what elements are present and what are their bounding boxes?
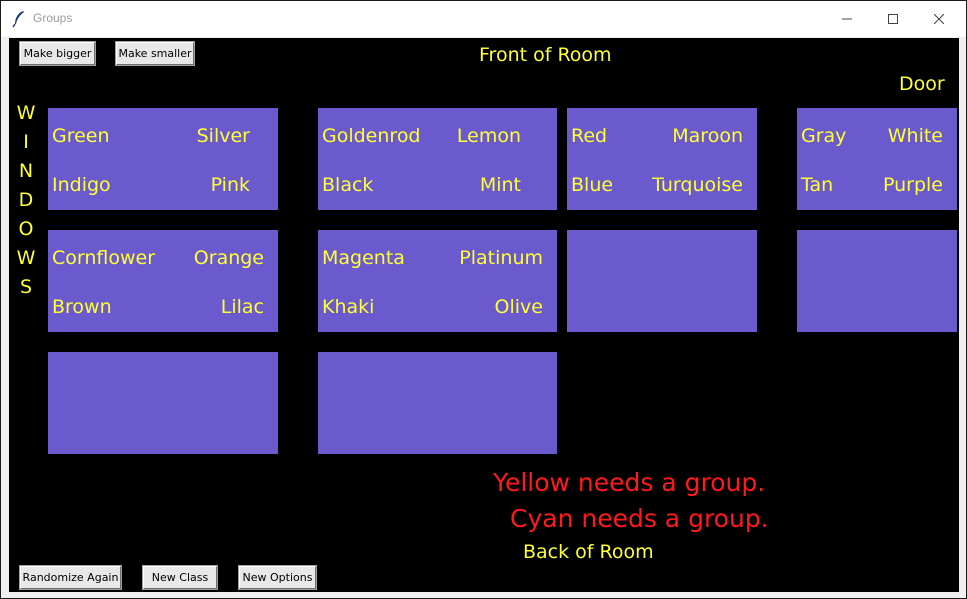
student-name: Orange — [193, 247, 264, 269]
student-name: Magenta — [322, 247, 405, 269]
make-bigger-button[interactable]: Make bigger — [19, 41, 96, 66]
group-table[interactable]: Gray White Tan Purple — [797, 108, 957, 210]
close-icon — [934, 14, 944, 24]
new-options-button[interactable]: New Options — [238, 565, 317, 590]
group-table[interactable] — [797, 230, 957, 332]
student-name: Black — [322, 174, 374, 196]
app-window: Groups Make bigger Make smaller Front of… — [0, 0, 967, 599]
student-name: Green — [52, 125, 110, 147]
title-bar[interactable]: Groups — [1, 1, 966, 37]
maximize-icon — [888, 14, 898, 24]
window-title: Groups — [33, 11, 73, 25]
classroom-canvas: Make bigger Make smaller Front of Room D… — [9, 38, 959, 592]
student-name: Gray — [801, 125, 847, 147]
windows-letter: W — [16, 102, 36, 124]
windows-letter: I — [23, 131, 29, 153]
minimize-button[interactable] — [824, 1, 870, 37]
student-name: Purple — [882, 174, 943, 196]
randomize-again-button[interactable]: Randomize Again — [19, 565, 122, 590]
ungrouped-message: Cyan needs a group. — [510, 504, 769, 533]
close-button[interactable] — [916, 1, 962, 37]
student-name: Olive — [494, 296, 543, 318]
feather-icon — [12, 11, 24, 28]
student-name: Platinum — [459, 247, 543, 269]
group-table[interactable]: Green Silver Indigo Pink — [48, 108, 278, 210]
front-of-room-label: Front of Room — [479, 44, 612, 66]
student-name: Turquoise — [652, 174, 743, 196]
student-name: Cornflower — [52, 247, 156, 269]
door-label: Door — [899, 73, 945, 95]
maximize-button[interactable] — [870, 1, 916, 37]
student-name: Red — [571, 125, 608, 147]
minimize-icon — [842, 18, 852, 20]
student-name: Khaki — [322, 296, 375, 318]
student-name: White — [887, 125, 943, 147]
student-name: Lemon — [456, 125, 521, 147]
group-table[interactable]: Magenta Platinum Khaki Olive — [318, 230, 557, 332]
windows-letter: D — [18, 189, 34, 211]
student-name: Tan — [801, 174, 834, 196]
student-name: Maroon — [672, 125, 743, 147]
back-of-room-label: Back of Room — [523, 541, 654, 563]
windows-letter: O — [18, 218, 34, 240]
windows-letter: W — [16, 247, 36, 269]
student-name: Pink — [210, 174, 250, 196]
group-table[interactable] — [567, 230, 757, 332]
student-name: Silver — [196, 125, 250, 147]
student-name: Indigo — [52, 174, 111, 196]
windows-letter: N — [18, 160, 34, 182]
ungrouped-message: Yellow needs a group. — [493, 468, 766, 497]
student-name: Goldenrod — [322, 125, 421, 147]
group-table[interactable] — [48, 352, 278, 454]
group-table[interactable] — [318, 352, 557, 454]
group-table[interactable]: Cornflower Orange Brown Lilac — [48, 230, 278, 332]
student-name: Mint — [479, 174, 521, 196]
group-table[interactable]: Goldenrod Lemon Black Mint — [318, 108, 557, 210]
student-name: Blue — [571, 174, 614, 196]
make-smaller-button[interactable]: Make smaller — [115, 41, 195, 66]
windows-letter: S — [19, 276, 33, 298]
student-name: Brown — [52, 296, 112, 318]
student-name: Lilac — [220, 296, 264, 318]
new-class-button[interactable]: New Class — [142, 565, 218, 590]
group-table[interactable]: Red Maroon Blue Turquoise — [567, 108, 757, 210]
